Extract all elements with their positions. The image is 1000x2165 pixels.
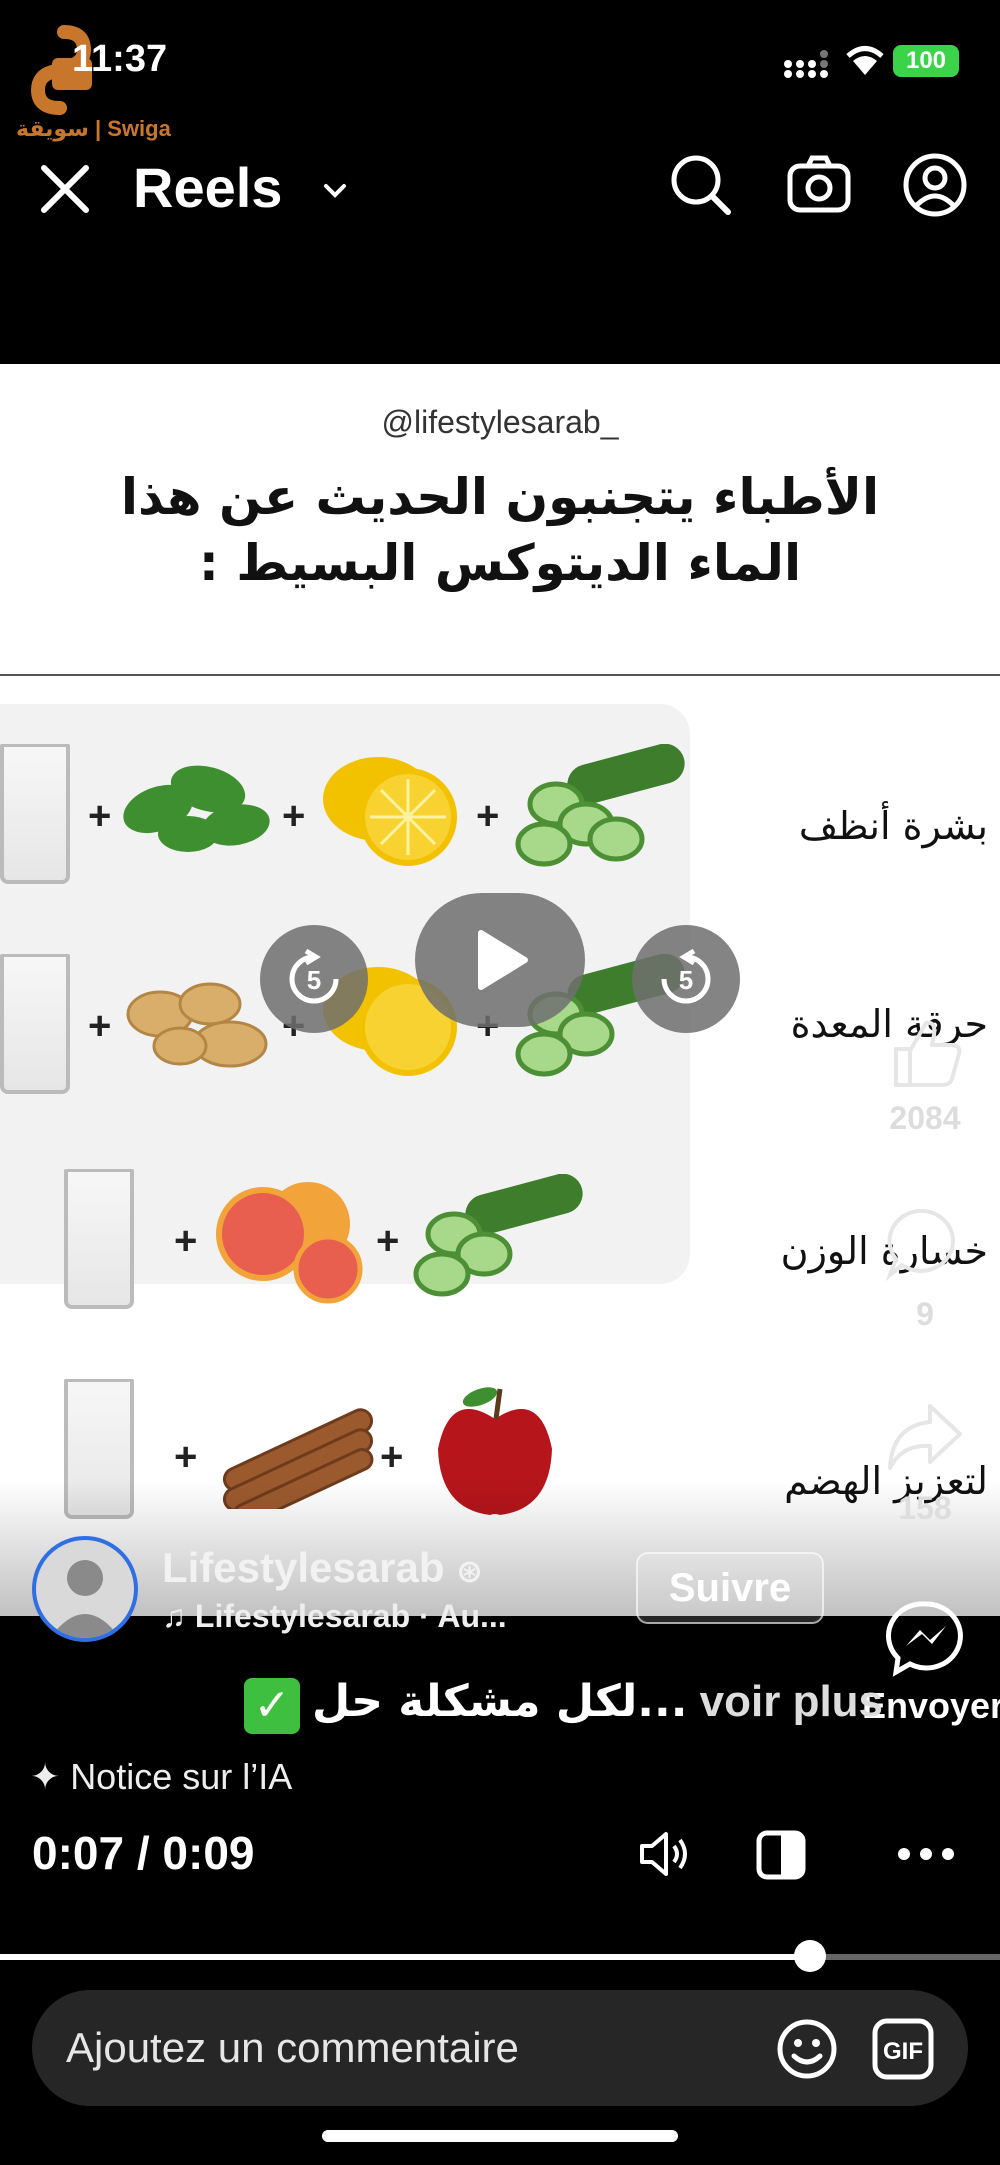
comment-placeholder[interactable]: Ajoutez un commentaire bbox=[66, 2024, 519, 2072]
page-title[interactable]: Reels bbox=[133, 155, 282, 220]
play-button[interactable] bbox=[415, 893, 585, 1027]
like-count: 2084 bbox=[889, 1100, 961, 1136]
like-icon[interactable] bbox=[886, 1015, 966, 1096]
search-icon[interactable] bbox=[668, 152, 734, 218]
divider bbox=[0, 674, 1000, 676]
sparkle-icon: ✦ bbox=[30, 1756, 61, 1797]
brand-text: سويقة | Swiga bbox=[16, 116, 171, 141]
aspect-ratio-icon[interactable] bbox=[756, 1830, 806, 1885]
more-options-icon[interactable] bbox=[896, 1844, 956, 1869]
music-note-icon: ♫ bbox=[162, 1598, 186, 1634]
comment-count: 9 bbox=[916, 1296, 934, 1332]
emoji-icon[interactable] bbox=[776, 2018, 838, 2085]
glass-icon bbox=[0, 954, 70, 1094]
ginger-icon bbox=[126, 982, 268, 1068]
profile-icon[interactable] bbox=[902, 152, 968, 218]
benefit-label: بشرة أنظف bbox=[798, 804, 988, 848]
cucumber-icon bbox=[413, 1174, 583, 1297]
wifi-icon bbox=[845, 45, 885, 82]
playback-time: 0:07 / 0:09 bbox=[32, 1827, 255, 1879]
skip-back-button[interactable]: 5 bbox=[260, 925, 368, 1033]
checkmark-icon: ✓ bbox=[244, 1678, 300, 1734]
post-handle: @lifestylesarab_ bbox=[381, 404, 619, 440]
audio-track[interactable]: ♫ Lifestylesarab · Au... bbox=[162, 1598, 507, 1635]
caption[interactable]: لكل مشكلة حل... voir plus bbox=[312, 1676, 883, 1727]
post-headline: الأطباء يتجنبون الحديث عن هذا الماء الدي… bbox=[120, 468, 880, 592]
author-username[interactable]: Lifestylesarab ⊛ bbox=[162, 1544, 483, 1592]
follow-button[interactable]: Suivre bbox=[636, 1552, 824, 1624]
see-more-link[interactable]: voir plus bbox=[700, 1677, 883, 1726]
lemon-icon bbox=[323, 757, 457, 866]
home-indicator bbox=[322, 2130, 678, 2142]
skip-forward-button[interactable]: 5 bbox=[632, 925, 740, 1033]
glass-icon bbox=[64, 1169, 134, 1309]
recipe-row: + + خسارة الوزن bbox=[0, 1169, 1000, 1349]
skip-forward-label: 5 bbox=[679, 965, 693, 995]
signal-icon bbox=[783, 50, 831, 85]
ai-notice[interactable]: ✦ Notice sur l’IA bbox=[30, 1756, 292, 1798]
gif-icon[interactable]: GIF bbox=[872, 2018, 934, 2085]
cucumber-icon bbox=[515, 744, 685, 867]
status-time: 11:37 bbox=[72, 38, 168, 80]
skip-back-label: 5 bbox=[307, 965, 321, 995]
mint-icon bbox=[123, 765, 270, 852]
progress-fill bbox=[0, 1954, 810, 1960]
svg-text:GIF: GIF bbox=[883, 2038, 923, 2065]
grapefruit-icon bbox=[216, 1182, 363, 1304]
camera-icon[interactable] bbox=[786, 152, 852, 218]
progress-scrubber[interactable] bbox=[794, 1940, 826, 1972]
glass-icon bbox=[0, 744, 70, 884]
close-icon[interactable] bbox=[36, 160, 94, 218]
comment-icon[interactable] bbox=[884, 1205, 964, 1286]
chevron-down-icon[interactable] bbox=[320, 175, 350, 205]
caption-text: لكل مشكلة حل... bbox=[312, 1676, 688, 1727]
volume-icon[interactable] bbox=[636, 1826, 692, 1887]
messenger-icon[interactable] bbox=[886, 1598, 966, 1683]
battery-indicator: 100 bbox=[893, 45, 959, 77]
avatar[interactable] bbox=[32, 1536, 138, 1642]
share-icon[interactable] bbox=[884, 1400, 964, 1481]
verified-globe-icon: ⊛ bbox=[456, 1553, 483, 1589]
share-count: 158 bbox=[898, 1490, 952, 1526]
